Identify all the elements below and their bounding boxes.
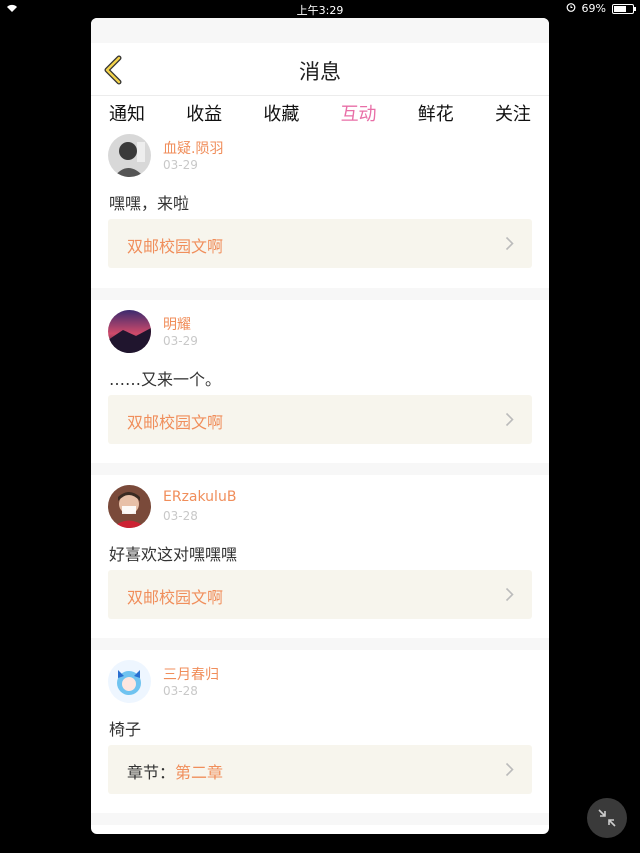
chevron-right-icon [505,587,514,602]
chevron-right-icon [505,236,514,251]
reference-link[interactable]: 双邮校园文啊 [108,395,532,444]
reference-link[interactable]: 双邮校园文啊 [108,219,532,268]
username[interactable]: ERzakuluB [163,489,236,505]
alarm-icon [566,2,576,15]
tab-notifications[interactable]: 通知 [109,100,145,126]
reference-title: 双邮校园文啊 [127,237,224,256]
list-item: 三月春归 03-28 椅子 章节：第二章 [91,650,549,813]
message-text: 椅子 [109,720,142,739]
list-item: 血疑.陨羽 03-29 嘿嘿，来啦 双邮校园文啊 [91,124,549,288]
chapter-label: 章节： [127,763,176,782]
avatar[interactable] [108,660,151,703]
reference-title: 第二章 [175,763,224,782]
message-date: 03-29 [163,158,198,172]
nav-header: 消息 [91,43,549,96]
message-text: 嘿嘿，来啦 [109,194,190,213]
avatar[interactable] [108,310,151,353]
reference-link[interactable]: 章节：第二章 [108,745,532,794]
collapse-button[interactable] [587,798,627,838]
interaction-list: 血疑.陨羽 03-29 嘿嘿，来啦 双邮校园文啊 明耀 03-29 ……又来一个… [91,124,549,825]
tab-earnings[interactable]: 收益 [186,100,222,126]
tab-interactions[interactable]: 互动 [341,100,377,132]
avatar[interactable] [108,134,151,177]
message-text: 好喜欢这对嘿嘿嘿 [109,545,238,564]
avatar[interactable] [108,485,151,528]
message-text: ……又来一个。 [109,370,222,389]
collapse-arrows-icon [598,809,616,827]
chevron-right-icon [505,762,514,777]
username[interactable]: 血疑.陨羽 [163,138,223,158]
chevron-right-icon [505,412,514,427]
message-date: 03-28 [163,684,198,698]
message-date: 03-28 [163,509,198,523]
list-item: 明耀 03-29 ……又来一个。 双邮校园文啊 [91,300,549,463]
messages-window: 消息 通知 收益 收藏 互动 鲜花 关注 血疑.陨羽 03-29 嘿嘿，来啦 双… [91,18,549,834]
reference-link[interactable]: 双邮校园文啊 [108,570,532,619]
page-title: 消息 [299,60,341,84]
status-time: 上午3:29 [296,4,344,17]
tab-favorites[interactable]: 收藏 [263,100,299,126]
username[interactable]: 三月春归 [163,664,219,684]
battery-icon [612,3,636,14]
list-item: ERzakuluB 03-28 好喜欢这对嘿嘿嘿 双邮校园文啊 [91,475,549,638]
tab-flowers[interactable]: 鲜花 [418,100,454,126]
username[interactable]: 明耀 [163,314,191,334]
message-date: 03-29 [163,334,198,348]
status-bar: 上午3:29 69% [0,0,640,18]
tab-following[interactable]: 关注 [495,100,531,126]
battery-percent: 69% [581,2,606,15]
reference-title: 双邮校园文啊 [127,588,224,607]
reference-title: 双邮校园文啊 [127,413,224,432]
